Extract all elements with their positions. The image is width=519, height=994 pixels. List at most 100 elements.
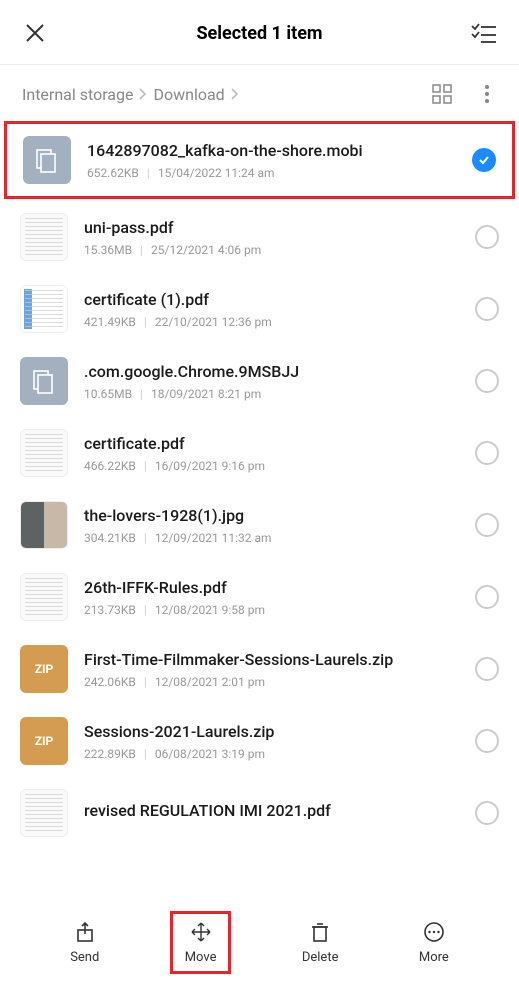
file-name: 26th-IFFK-Rules.pdf (84, 578, 459, 597)
file-info: 1642897082_kafka-on-the-shore.mobi 652.62… (87, 141, 456, 180)
file-info: 26th-IFFK-Rules.pdf 213.73KB | 12/08/2021 9… (84, 578, 459, 617)
meta-separator: | (144, 747, 147, 761)
file-size: 15.36MB (84, 243, 132, 257)
file-item[interactable]: .com.google.Chrome.9MSBJJ10.65MB|18/09/2… (0, 345, 519, 417)
file-size: 304.21KB (84, 531, 136, 545)
meta-separator: | (140, 243, 143, 257)
file-meta: 304.21KB|12/09/2021 11:32 am (84, 531, 459, 545)
file-thumbnail (20, 789, 68, 837)
file-item[interactable]: 26th-IFFK-Rules.pdf 213.73KB | 12/08/2021 9… (0, 561, 519, 633)
delete-button[interactable]: Delete (292, 914, 349, 971)
file-thumbnail (20, 573, 68, 621)
file-date: 06/08/2021 3:19 pm (155, 747, 265, 761)
selection-indicator[interactable] (475, 729, 499, 753)
more-icon (422, 920, 446, 944)
meta-separator: | (144, 459, 147, 473)
file-item[interactable]: the-lovers-1928(1).jpg304.21KB|12/09/202… (0, 489, 519, 561)
file-info: .com.google.Chrome.9MSBJJ10.65MB|18/09/2… (84, 362, 459, 401)
file-item[interactable]: revised REGULATION IMI 2021.pdf (0, 777, 519, 849)
file-info: uni-pass.pdf15.36MB|25/12/2021 4:06 pm (84, 218, 459, 257)
file-name: revised REGULATION IMI 2021.pdf (84, 801, 459, 820)
move-button[interactable]: Move (170, 911, 232, 974)
file-date: 18/09/2021 8:21 pm (151, 387, 261, 401)
file-list: 1642897082_kafka-on-the-shore.mobi 652.62… (0, 119, 519, 897)
more-options-icon[interactable] (477, 84, 497, 104)
file-meta: 421.49KB|22/10/2021 12:36 pm (84, 315, 459, 329)
file-item[interactable]: uni-pass.pdf15.36MB|25/12/2021 4:06 pm (0, 201, 519, 273)
file-info: revised REGULATION IMI 2021.pdf (84, 801, 459, 826)
file-date: 12/08/2021 9:58 pm (155, 603, 265, 617)
more-label: More (419, 950, 449, 965)
meta-separator: | (144, 315, 147, 329)
file-name: the-lovers-1928(1).jpg (84, 506, 459, 525)
file-info: First-Time-Filmmaker-Sessions-Laurels.zi… (84, 650, 459, 689)
send-icon (73, 920, 97, 944)
file-size: 421.49KB (84, 315, 136, 329)
bottom-action-bar: Send Move Delete More (0, 897, 519, 994)
chevron-right-icon (139, 85, 147, 104)
file-info: certificate (1).pdf421.49KB|22/10/2021 1… (84, 290, 459, 329)
breadcrumb-path[interactable]: Download (153, 85, 224, 104)
file-meta: 213.73KB | 12/08/2021 9:58 pm (84, 603, 459, 617)
file-meta: 242.06KB|12/08/2021 2:01 pm (84, 675, 459, 689)
selection-indicator[interactable] (475, 441, 499, 465)
file-item[interactable]: ZIP Sessions-2021-Laurels.zip 222.89KB | 06/… (0, 705, 519, 777)
meta-separator: | (144, 603, 147, 617)
meta-separator: | (147, 166, 150, 180)
file-thumbnail (20, 429, 68, 477)
selection-indicator[interactable] (475, 801, 499, 825)
file-info: Sessions-2021-Laurels.zip 222.89KB | 06/08/… (84, 722, 459, 761)
file-meta: 222.89KB | 06/08/2021 3:19 pm (84, 747, 459, 761)
file-thumbnail: ZIP (20, 645, 68, 693)
file-info: certificate.pdf466.22KB|16/09/2021 9:16 … (84, 434, 459, 473)
file-meta: 652.62KB | 15/04/2022 11:24 am (87, 166, 456, 180)
file-meta: 466.22KB | 16/09/2021 9:16 pm (84, 459, 459, 473)
zip-badge: ZIP (35, 662, 54, 676)
delete-icon (308, 920, 332, 944)
select-all-icon[interactable] (471, 20, 497, 46)
file-date: 16/09/2021 9:16 pm (155, 459, 265, 473)
file-item[interactable]: certificate (1).pdf421.49KB|22/10/2021 1… (0, 273, 519, 345)
file-item[interactable]: 1642897082_kafka-on-the-shore.mobi 652.62… (4, 121, 515, 199)
file-size: 213.73KB (84, 603, 136, 617)
file-thumbnail: ZIP (20, 717, 68, 765)
send-button[interactable]: Send (60, 914, 109, 971)
file-size: 242.06KB (84, 675, 136, 689)
breadcrumb-root[interactable]: Internal storage (22, 85, 133, 104)
file-name: 1642897082_kafka-on-the-shore.mobi (87, 141, 456, 160)
meta-separator: | (140, 387, 143, 401)
grid-view-icon[interactable] (431, 83, 453, 105)
file-name: First-Time-Filmmaker-Sessions-Laurels.zi… (84, 650, 459, 669)
header-title: Selected 1 item (196, 23, 322, 44)
file-thumbnail (23, 136, 71, 184)
selection-indicator[interactable] (475, 225, 499, 249)
send-label: Send (70, 950, 99, 965)
more-button[interactable]: More (409, 914, 459, 971)
file-size: 466.22KB (84, 459, 136, 473)
file-size: 652.62KB (87, 166, 139, 180)
file-date: 15/04/2022 11:24 am (158, 166, 275, 180)
delete-label: Delete (302, 950, 339, 965)
file-size: 222.89KB (84, 747, 136, 761)
move-label: Move (185, 950, 217, 965)
breadcrumb[interactable]: Internal storage Download (22, 85, 239, 104)
file-thumbnail (20, 501, 68, 549)
file-thumbnail (20, 357, 68, 405)
selection-indicator[interactable] (475, 657, 499, 681)
file-info: the-lovers-1928(1).jpg304.21KB|12/09/202… (84, 506, 459, 545)
file-name: .com.google.Chrome.9MSBJJ (84, 362, 459, 381)
file-thumbnail (20, 213, 68, 261)
close-icon[interactable] (22, 20, 48, 46)
selection-indicator[interactable] (475, 369, 499, 393)
move-icon (189, 920, 213, 944)
file-name: Sessions-2021-Laurels.zip (84, 722, 459, 741)
file-name: certificate (1).pdf (84, 290, 459, 309)
file-item[interactable]: certificate.pdf466.22KB|16/09/2021 9:16 … (0, 417, 519, 489)
file-item[interactable]: ZIP First-Time-Filmmaker-Sessions-Laurels… (0, 633, 519, 705)
selection-indicator[interactable] (475, 297, 499, 321)
chevron-right-icon (231, 85, 239, 104)
selection-indicator[interactable] (475, 513, 499, 537)
selection-indicator[interactable] (472, 148, 496, 172)
meta-separator: | (144, 531, 147, 545)
selection-indicator[interactable] (475, 585, 499, 609)
